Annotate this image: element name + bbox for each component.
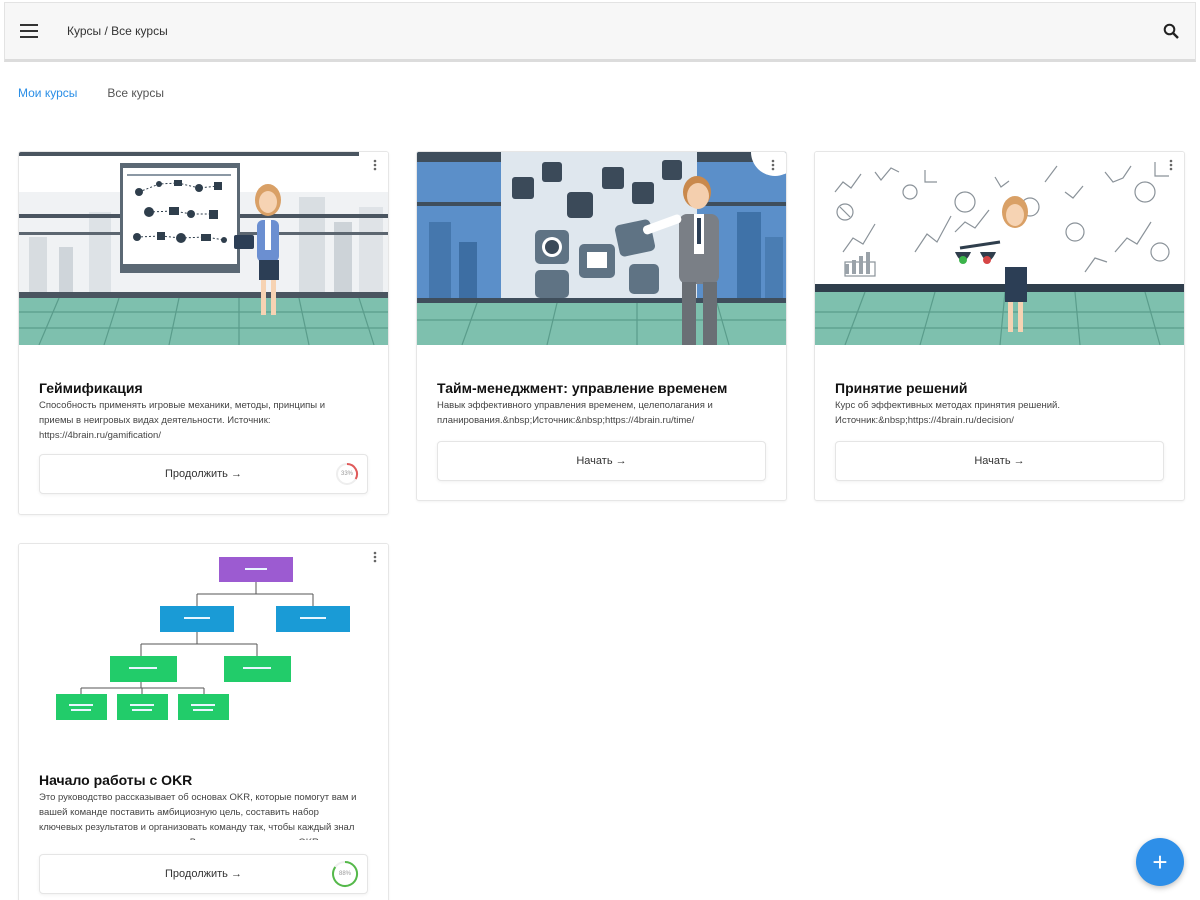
course-description: Способность применять игровые механики, … [39,400,326,441]
course-image-time-management [417,152,786,345]
more-options-icon[interactable] [766,156,780,174]
course-card-gamification[interactable]: Геймификация Способность применять игров… [18,151,389,515]
course-title: Геймификация [39,380,143,396]
progress-ring: 33% [335,462,359,486]
hamburger-menu-icon[interactable] [5,3,53,59]
course-description: Навык эффективного управления временем, … [437,400,713,426]
breadcrumb: Курсы / Все курсы [67,24,168,38]
more-options-icon[interactable] [368,548,382,566]
continue-course-button[interactable]: Продолжить → 88% [39,854,368,894]
search-icon[interactable] [1159,19,1183,43]
course-description: Это руководство рассказывает об основах … [39,792,357,840]
action-label: Продолжить → [165,468,242,480]
more-options-icon[interactable] [368,156,382,174]
tab-all-courses[interactable]: Все курсы [107,86,164,104]
start-course-button[interactable]: Начать → [437,441,766,481]
course-tabs: Мои курсы Все курсы [18,86,164,104]
course-image-okr [19,544,388,737]
action-label: Начать → [576,455,627,467]
action-label: Начать → [974,455,1025,467]
tab-my-courses[interactable]: Мои курсы [18,86,77,104]
progress-value: 88% [338,871,351,877]
course-image-gamification [19,152,388,345]
start-course-button[interactable]: Начать → [835,441,1164,481]
progress-ring: 88% [331,860,359,888]
course-title: Тайм-менеджмент: управление временем [437,380,728,396]
course-title: Начало работы с OKR [39,772,193,788]
course-card-decision-making[interactable]: Принятие решений Курс об эффективных мет… [814,151,1185,501]
course-card-okr[interactable]: Начало работы с OKR Это руководство расс… [18,543,389,900]
course-image-decision-making [815,152,1184,345]
course-title: Принятие решений [835,380,968,396]
more-options-icon[interactable] [1164,156,1178,174]
add-course-button[interactable]: + [1136,838,1184,886]
progress-value: 33% [340,471,353,477]
course-card-time-management[interactable]: Тайм-менеджмент: управление временем Нав… [416,151,787,501]
course-description: Курс об эффективных методах принятия реш… [835,400,1060,426]
app-header: Курсы / Все курсы [4,2,1196,62]
action-label: Продолжить → [165,868,242,880]
plus-icon: + [1152,846,1168,877]
continue-course-button[interactable]: Продолжить → 33% [39,454,368,494]
